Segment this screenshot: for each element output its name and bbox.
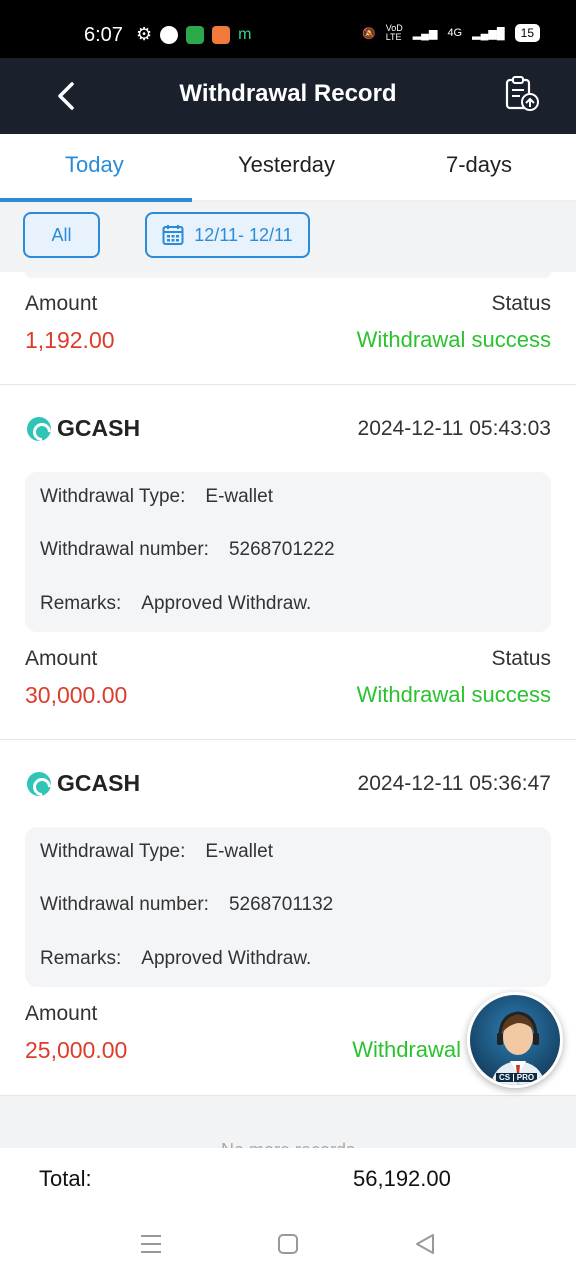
amount-label: Amount (25, 292, 98, 315)
date-range-label: 12/11- 12/11 (194, 224, 293, 245)
total-label: Total: (39, 1166, 92, 1191)
network-type: 4G (447, 27, 463, 39)
status-label: Status (491, 647, 551, 670)
gcash-icon (27, 416, 51, 441)
withdrawal-type-label: Withdrawal Type: (40, 841, 186, 862)
home-icon[interactable] (277, 1232, 299, 1256)
withdrawal-type-row: Withdrawal Type: E-wallet (40, 841, 273, 863)
m-app-icon: m (238, 25, 252, 43)
payment-brand: GCASH (27, 770, 140, 797)
mute-icon: 🔕 (362, 27, 376, 40)
signal-icon-2: ▂▄▆█ (472, 27, 505, 40)
remarks-label: Remarks: (40, 593, 122, 614)
menu-icon[interactable] (140, 1232, 162, 1256)
filter-bar: All 12/11- 12/11 (0, 202, 576, 272)
total-bar: Total: 56,192.00 (0, 1148, 576, 1212)
all-filter-label: All (51, 224, 72, 245)
app-header: Withdrawal Record (0, 58, 576, 134)
record-datetime: 2024-12-11 05:36:47 (357, 772, 551, 795)
record-details: Withdrawal Type: E-wallet Withdrawal num… (25, 472, 551, 632)
withdrawal-record: Amount 1,192.00 Status Withdrawal succes… (0, 272, 576, 384)
meet-icon (186, 25, 205, 44)
brand-name: GCASH (57, 415, 141, 441)
withdrawal-number-value: 5268701132 (228, 894, 334, 915)
total-value: 56,192.00 (353, 1166, 451, 1191)
tab-7-days[interactable]: 7-days (446, 152, 512, 178)
calendar-icon (162, 225, 184, 245)
amount-value: 1,192.00 (25, 327, 115, 353)
messenger-icon (160, 25, 179, 44)
remarks-value: Approved Withdraw. (141, 948, 312, 969)
withdrawal-number-label: Withdrawal number: (40, 894, 209, 915)
gcash-icon (27, 771, 51, 796)
withdrawal-type-label: Withdrawal Type: (40, 486, 186, 507)
customer-service-button[interactable]: CS | PRO (467, 992, 563, 1088)
withdrawal-number-label: Withdrawal number: (40, 539, 209, 560)
status-notification-icons: ⚙ m (136, 24, 251, 45)
status-value: Withdrawal success (356, 682, 551, 707)
status-value: Withdrawal success (356, 327, 551, 352)
all-filter-button[interactable]: All (23, 212, 100, 258)
withdrawal-number-row: Withdrawal number: 5268701132 (40, 894, 333, 916)
brand-name: GCASH (57, 770, 141, 796)
settings-icon: ⚙ (136, 24, 153, 44)
status-time: 6:07 (84, 24, 123, 46)
withdrawal-number-row: Withdrawal number: 5268701222 (40, 539, 335, 561)
remarks-row: Remarks: Approved Withdraw. (40, 948, 311, 970)
withdrawal-type-value: E-wallet (205, 486, 273, 507)
battery-icon: 15 (514, 24, 540, 42)
remarks-value: Approved Withdraw. (141, 593, 312, 614)
status-bar: 6:07 ⚙ m 🔕 VoD LTE ▂▄▆ 4G ▂▄▆█ 15 (0, 0, 576, 58)
amount-label: Amount (25, 647, 98, 670)
withdrawal-number-value: 5268701222 (228, 539, 335, 560)
tab-today[interactable]: Today (65, 152, 124, 178)
volte-icon: VoD LTE (385, 23, 403, 42)
status-system-icons: 🔕 VoD LTE ▂▄▆ 4G ▂▄▆█ 15 (362, 24, 540, 42)
record-datetime: 2024-12-11 05:43:03 (357, 417, 551, 440)
payment-brand: GCASH (27, 415, 140, 442)
record-details: Withdrawal Type: E-wallet Withdrawal num… (25, 827, 551, 987)
amount-value: 25,000.00 (25, 1037, 128, 1063)
remarks-row: Remarks: Approved Withdraw. (40, 593, 311, 615)
withdrawal-type-value: E-wallet (205, 841, 273, 862)
clipboard-upload-icon[interactable] (502, 74, 542, 114)
system-nav-bar (0, 1212, 576, 1280)
page-title: Withdrawal Record (179, 80, 397, 107)
amount-label: Amount (25, 1002, 98, 1025)
date-range-button[interactable]: 12/11- 12/11 (145, 212, 310, 258)
withdrawal-record: GCASH 2024-12-11 05:43:03 Withdrawal Typ… (0, 385, 576, 739)
tab-yesterday[interactable]: Yesterday (238, 152, 335, 178)
signal-icon: ▂▄▆ (412, 27, 438, 40)
app-icon (212, 25, 231, 44)
cs-badge: CS | PRO (496, 1073, 538, 1082)
amount-value: 30,000.00 (25, 682, 128, 708)
status-value: Withdrawal (352, 1037, 461, 1062)
withdrawal-type-row: Withdrawal Type: E-wallet (40, 486, 273, 508)
detail-box-edge (25, 272, 551, 278)
status-label: Status (491, 292, 551, 315)
back-icon[interactable] (414, 1232, 436, 1256)
date-tabs: Today Yesterday 7-days (0, 134, 576, 202)
remarks-label: Remarks: (40, 948, 122, 969)
